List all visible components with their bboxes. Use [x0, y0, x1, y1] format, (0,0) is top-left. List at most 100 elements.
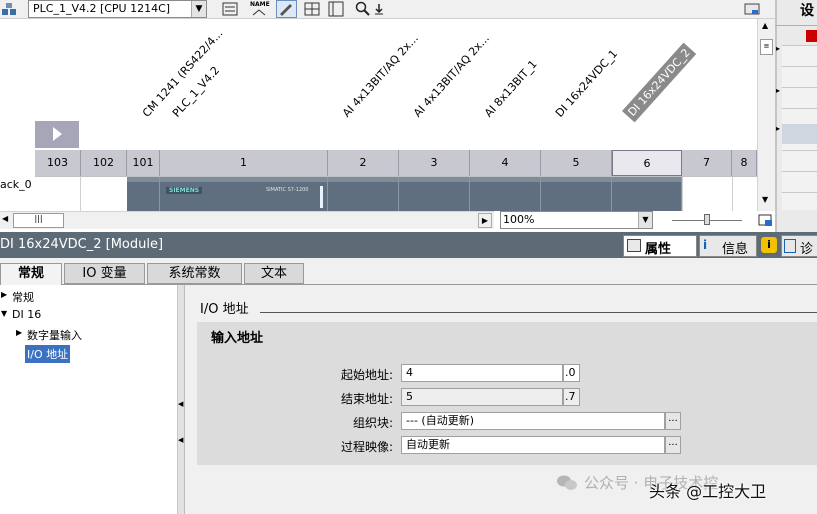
properties-icon: [627, 239, 641, 252]
diagnostics-icon: [784, 239, 796, 253]
start-address-label: 起始地址:: [340, 368, 393, 382]
start-bit-field: .0: [563, 364, 580, 382]
zoom-icon[interactable]: [354, 0, 372, 18]
slot-3[interactable]: 3: [399, 150, 470, 176]
empty-slot-8[interactable]: [732, 177, 733, 211]
tab-properties[interactable]: 属性: [623, 235, 697, 257]
siemens-logo: SIEMENS: [166, 187, 203, 194]
nav-collapse-icon[interactable]: ▼: [1, 309, 7, 318]
process-image-browse-button[interactable]: ...: [665, 436, 681, 454]
nav-item-digital-input[interactable]: 数字量输入: [27, 327, 82, 343]
nav-item-io-address[interactable]: I/O 地址: [25, 345, 71, 363]
slot-7[interactable]: 7: [682, 150, 732, 176]
strip-expand-icon[interactable]: ▸: [776, 44, 780, 53]
scroll-thumb[interactable]: ≡: [760, 39, 773, 55]
h-scroll-thumb[interactable]: |||: [13, 213, 64, 228]
module-cpu[interactable]: SIEMENS SIMATIC S7-1200: [160, 177, 328, 211]
zoom-slider[interactable]: [672, 212, 742, 228]
ob-label: 组织块:: [352, 416, 393, 430]
zoom-fit-icon[interactable]: [758, 212, 774, 228]
empty-slot-103[interactable]: [80, 177, 81, 211]
ob-field[interactable]: --- (自动更新): [401, 412, 665, 430]
chevron-down-icon[interactable]: ▼: [191, 1, 206, 17]
splitter-arrow-icon[interactable]: ◀: [178, 400, 183, 408]
section-title: I/O 地址: [200, 302, 249, 317]
play-button[interactable]: [35, 121, 79, 148]
end-bit-field: .7: [563, 388, 580, 406]
tab-general[interactable]: 常规: [0, 263, 62, 285]
warning-icon[interactable]: i: [761, 237, 777, 253]
rack-label: ack_0: [0, 178, 32, 191]
module-ai2[interactable]: [399, 177, 470, 211]
slot-6[interactable]: 6: [612, 150, 682, 176]
module-di2[interactable]: [612, 177, 682, 211]
zoom-slider-thumb[interactable]: [704, 214, 710, 225]
module-ai1[interactable]: [328, 177, 399, 211]
section-title-rule: [260, 312, 817, 313]
tab-texts[interactable]: 文本: [244, 263, 304, 284]
show-names-icon[interactable]: NAME: [248, 0, 270, 18]
splitter-arrow-icon[interactable]: ◀: [178, 436, 183, 444]
cpu-status-bar: [320, 186, 323, 208]
wrench-icon[interactable]: [806, 30, 817, 42]
tab-io-tags[interactable]: IO 变量: [64, 263, 145, 284]
slot-2[interactable]: 2: [328, 150, 399, 176]
strip-expand-icon[interactable]: ▸: [776, 124, 780, 133]
nav-expand-icon[interactable]: ▶: [16, 328, 22, 337]
process-image-field[interactable]: 自动更新: [401, 436, 665, 454]
module-di1[interactable]: [541, 177, 612, 211]
process-image-label: 过程映像:: [340, 440, 393, 454]
end-address-label: 结束地址:: [340, 392, 393, 406]
slot-103[interactable]: 103: [35, 150, 81, 176]
slot-5[interactable]: 5: [541, 150, 612, 176]
toutiao-watermark: 头条 @工控大卫: [649, 482, 767, 501]
info-icon: i: [703, 238, 708, 252]
empty-slot-7[interactable]: [682, 177, 683, 211]
scroll-right-icon[interactable]: ▶: [478, 213, 492, 228]
tab-diagnostics[interactable]: 诊: [781, 235, 817, 257]
slot-8[interactable]: 8: [732, 150, 757, 176]
nav-item-general[interactable]: 常规: [12, 289, 34, 305]
overview-icon[interactable]: [742, 0, 762, 18]
strip-bottom: [775, 211, 817, 232]
tab-info[interactable]: i 信息: [699, 235, 757, 257]
wechat-icon: [556, 474, 578, 492]
pen-view-icon[interactable]: [276, 0, 297, 18]
device-view-icon[interactable]: [220, 0, 240, 18]
vertical-scrollbar[interactable]: ▲ ≡ ▼: [757, 19, 775, 211]
slot-101[interactable]: 101: [127, 150, 160, 176]
strip-expand-icon[interactable]: ▸: [776, 86, 780, 95]
tab-info-label: 信息: [722, 242, 749, 257]
chevron-down-icon[interactable]: ▼: [638, 212, 652, 228]
nav-item-di16[interactable]: DI 16: [12, 308, 41, 321]
device-select-value: PLC_1_V4.2 [CPU 1214C]: [33, 2, 171, 15]
module-cm1241[interactable]: [127, 177, 160, 211]
module-model-label: SIMATIC S7-1200: [266, 187, 309, 193]
scroll-left-icon[interactable]: ◀: [2, 214, 8, 223]
slot-1[interactable]: 1: [160, 150, 328, 176]
network-icon[interactable]: [0, 0, 18, 18]
settings-label[interactable]: 设: [800, 0, 814, 20]
tab-system-constants[interactable]: 系统常数: [147, 263, 242, 284]
strip-divider: [775, 25, 817, 26]
scroll-up-icon[interactable]: ▲: [762, 21, 768, 30]
play-icon: [53, 127, 62, 141]
ob-browse-button[interactable]: ...: [665, 412, 681, 430]
device-select[interactable]: PLC_1_V4.2 [CPU 1214C] ▼: [28, 0, 207, 18]
slot-102[interactable]: 102: [81, 150, 127, 176]
table-icon[interactable]: [326, 0, 346, 18]
zoom-select[interactable]: 100% ▼: [500, 211, 653, 229]
nav-expand-icon[interactable]: ▶: [1, 290, 7, 299]
inspector-title: DI 16x24VDC_2 [Module]: [0, 237, 164, 252]
scroll-down-icon[interactable]: ▼: [762, 195, 768, 204]
zoom-value: 100%: [503, 213, 535, 226]
tab-diagnostics-label: 诊: [800, 242, 814, 257]
grid-icon[interactable]: [302, 0, 322, 18]
slot-4[interactable]: 4: [470, 150, 541, 176]
start-address-field[interactable]: 4: [401, 364, 563, 382]
download-icon[interactable]: [373, 0, 385, 18]
end-address-field: 5: [401, 388, 563, 406]
strip-selected-row: [782, 124, 817, 144]
horizontal-scrollbar[interactable]: ◀ ||| ▶: [0, 211, 494, 229]
module-ai3[interactable]: [470, 177, 541, 211]
